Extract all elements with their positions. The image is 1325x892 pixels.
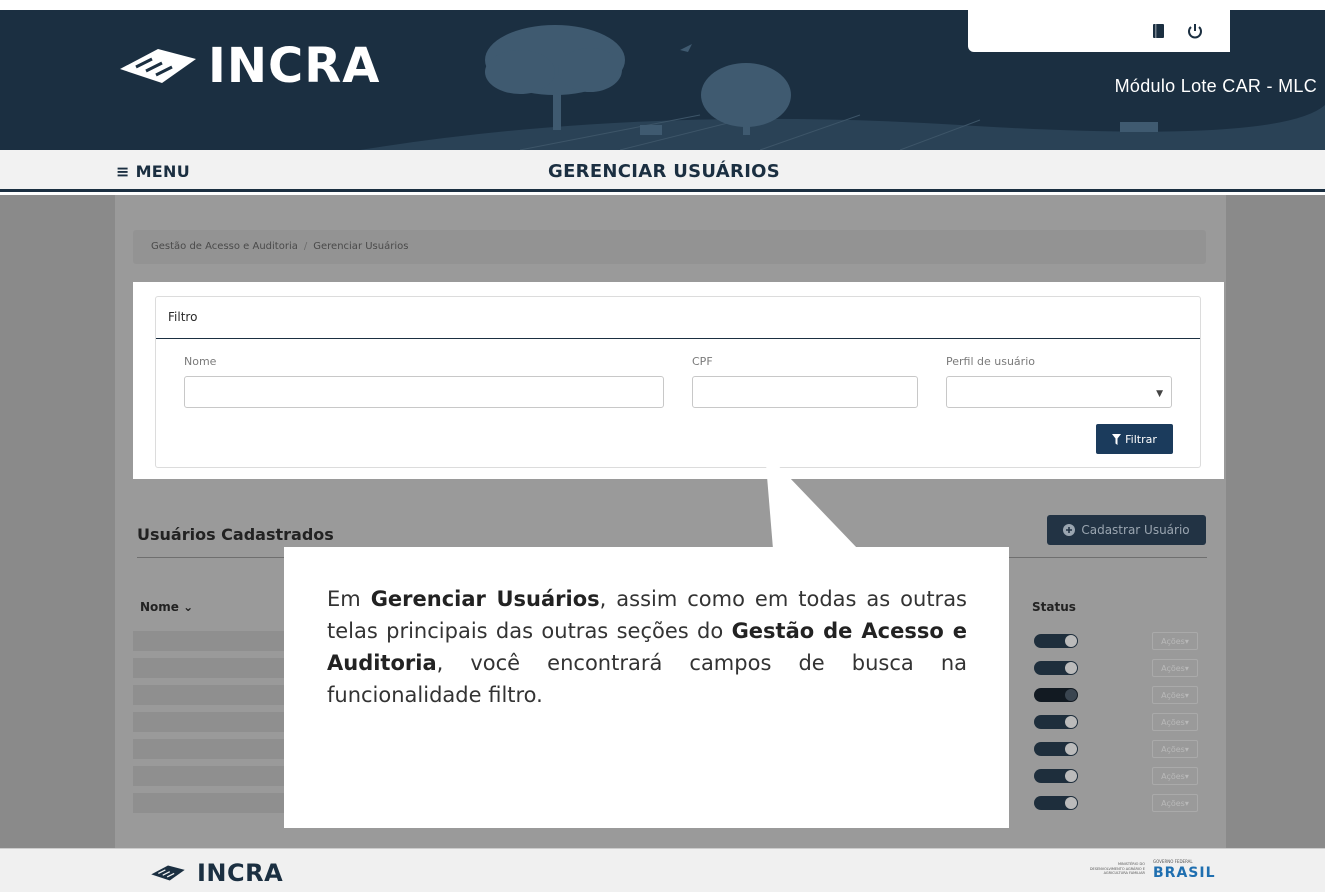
plus-circle-icon	[1063, 524, 1076, 536]
incra-logo-icon	[120, 49, 196, 83]
add-user-label: Cadastrar Usuário	[1081, 523, 1190, 537]
status-toggle[interactable]	[1034, 661, 1078, 675]
status-toggle[interactable]	[1034, 769, 1078, 783]
perfil-select[interactable]: ▼	[946, 376, 1172, 408]
filter-panel: Filtro Nome CPF Perfil de usuário ▼ Filt…	[155, 296, 1201, 468]
footer-brand-name: INCRA	[197, 859, 284, 887]
chevron-down-icon: ▼	[1156, 389, 1163, 399]
funnel-icon	[1112, 433, 1122, 445]
brand-name: INCRA	[208, 38, 381, 94]
top-nav: ≡ MENU GERENCIAR USUÁRIOS	[0, 150, 1325, 192]
filter-button[interactable]: Filtrar	[1096, 424, 1173, 454]
breadcrumb-item-gestao[interactable]: Gestão de Acesso e Auditoria	[151, 241, 298, 252]
filter-title: Filtro	[156, 297, 1200, 339]
tutorial-callout: Em Gerenciar Usuários, assim como em tod…	[284, 547, 1009, 828]
menu-button[interactable]: ≡ MENU	[116, 162, 190, 181]
column-header-status: Status	[1032, 600, 1076, 614]
status-toggle[interactable]	[1034, 796, 1078, 810]
book-icon[interactable]	[1150, 22, 1168, 40]
nome-label: Nome	[184, 355, 217, 368]
status-toggle[interactable]	[1034, 742, 1078, 756]
module-title: Módulo Lote CAR - MLC	[1114, 76, 1317, 96]
cpf-input[interactable]	[692, 376, 918, 408]
row-actions-dropdown[interactable]: Ações▾	[1152, 740, 1198, 758]
perfil-label: Perfil de usuário	[946, 355, 1035, 368]
status-toggle[interactable]	[1034, 715, 1078, 729]
breadcrumb: Gestão de Acesso e Auditoria / Gerenciar U…	[133, 230, 1206, 264]
row-actions-dropdown[interactable]: Ações▾	[1152, 686, 1198, 704]
add-user-button[interactable]: Cadastrar Usuário	[1047, 515, 1206, 545]
filter-highlight: Filtro Nome CPF Perfil de usuário ▼ Filt…	[133, 282, 1224, 479]
row-actions-dropdown[interactable]: Ações▾	[1152, 659, 1198, 677]
breadcrumb-item-gerenciar: Gerenciar Usuários	[313, 241, 409, 252]
row-actions-dropdown[interactable]: Ações▾	[1152, 632, 1198, 650]
status-toggle[interactable]	[1034, 634, 1078, 648]
incra-logo-icon	[151, 865, 185, 881]
users-section-title: Usuários Cadastrados	[137, 525, 334, 544]
breadcrumb-separator: /	[303, 241, 308, 252]
footer: INCRA MINISTÉRIO DO DESENVOLVIMENTO AGRÁ…	[0, 848, 1325, 892]
cpf-label: CPF	[692, 355, 713, 368]
status-toggle[interactable]	[1034, 688, 1078, 702]
column-header-nome[interactable]: Nome ⌄	[140, 600, 193, 614]
filter-button-label: Filtrar	[1125, 432, 1157, 446]
gov-brasil-logo: MINISTÉRIO DO DESENVOLVIMENTO AGRÁRIO E …	[1089, 859, 1216, 881]
incra-logo: INCRA	[118, 38, 380, 94]
user-toolbar	[968, 10, 1230, 52]
nome-input[interactable]	[184, 376, 664, 408]
row-actions-dropdown[interactable]: Ações▾	[1152, 794, 1198, 812]
chevron-down-icon: ⌄	[183, 600, 194, 614]
page: INCRA Módulo Lote CAR - MLC ≡ MENU GEREN…	[0, 0, 1325, 892]
callout-text: Em Gerenciar Usuários, assim como em tod…	[327, 587, 968, 707]
power-icon[interactable]	[1186, 22, 1204, 40]
page-title: GERENCIAR USUÁRIOS	[548, 161, 781, 182]
row-actions-dropdown[interactable]: Ações▾	[1152, 713, 1198, 731]
row-actions-dropdown[interactable]: Ações▾	[1152, 767, 1198, 785]
app-header: INCRA Módulo Lote CAR - MLC	[0, 10, 1325, 150]
footer-incra-logo: INCRA	[145, 859, 283, 887]
